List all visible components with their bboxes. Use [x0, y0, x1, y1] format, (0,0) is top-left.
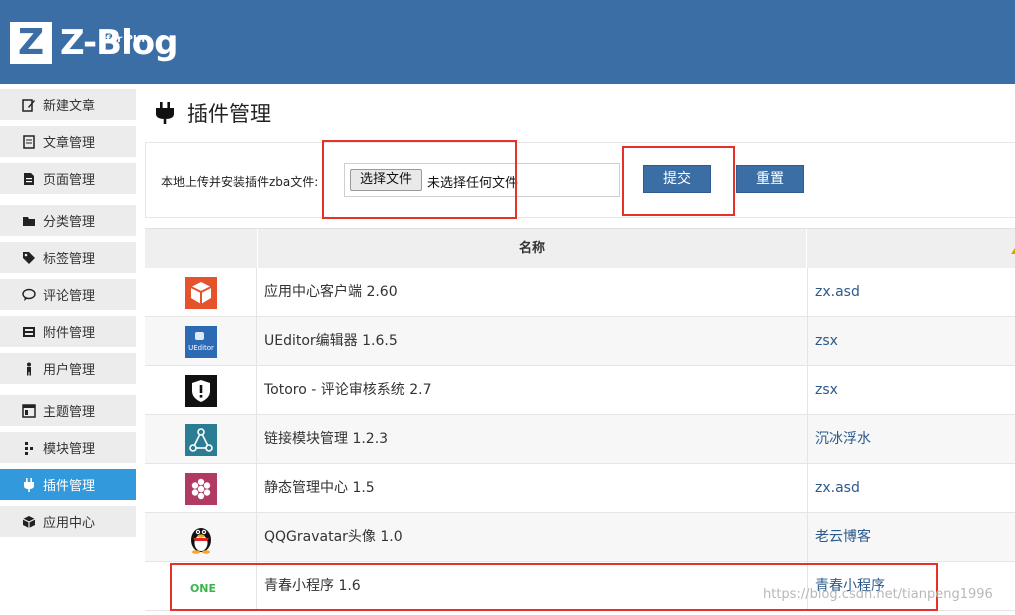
comment-icon: [22, 288, 36, 302]
page-icon: [22, 172, 36, 186]
sidebar-item-label: 插件管理: [43, 479, 96, 494]
table-row[interactable]: UEditor UEditor编辑器 1.6.5 zsx: [145, 317, 1015, 366]
module-icon: [22, 441, 36, 455]
file-input[interactable]: 选择文件 未选择任何文件: [344, 163, 620, 197]
plugin-author[interactable]: 沉冰浮水: [815, 415, 871, 464]
sidebar-item-tag-manage[interactable]: 标签管理: [0, 242, 136, 273]
column-divider: [807, 464, 808, 513]
top-header: Z Z-Blog for PHP: [0, 0, 1015, 84]
zblog-logo[interactable]: Z Z-Blog: [10, 22, 178, 68]
column-divider: [807, 317, 808, 366]
one-logo-icon: ONE: [185, 571, 221, 603]
column-header-name[interactable]: 名称: [257, 229, 807, 269]
plugin-author[interactable]: 老云博客: [815, 513, 871, 562]
plugin-author[interactable]: zsx: [815, 317, 838, 366]
logo-subtitle: for PHP: [106, 34, 149, 45]
plugin-name: 青春小程序 1.6: [264, 578, 361, 594]
one-logo-text: ONE: [190, 582, 216, 595]
sidebar-item-category-manage[interactable]: 分类管理: [0, 205, 136, 236]
plugin-name: Totoro - 评论审核系统 2.7: [264, 382, 432, 398]
folder-icon: [22, 214, 36, 228]
column-divider: [807, 366, 808, 415]
sidebar: 新建文章 文章管理 页面管理 分类管理 标签管理 评论管理 附件管理 用户管理 …: [0, 84, 145, 615]
table-row[interactable]: QQGravatar头像 1.0 老云博客: [145, 513, 1015, 562]
column-divider: [256, 415, 257, 464]
upload-panel: 本地上传并安装插件zba文件: 选择文件 未选择任何文件 提交 重置: [145, 142, 1015, 218]
column-divider: [807, 268, 808, 317]
static-manager-icon: [185, 473, 217, 505]
sidebar-item-label: 用户管理: [43, 363, 96, 378]
column-divider: [256, 513, 257, 562]
plugin-author[interactable]: zx.asd: [815, 464, 860, 513]
article-icon: [22, 134, 36, 149]
column-divider: [256, 562, 257, 611]
app-center-client-icon: [185, 277, 217, 309]
plugin-name: UEditor编辑器 1.6.5: [264, 333, 398, 349]
plugin-name: QQGravatar头像 1.0: [264, 529, 403, 545]
sidebar-item-plugin-manage[interactable]: 插件管理: [0, 469, 136, 500]
plugin-name: 静态管理中心 1.5: [264, 480, 375, 496]
table-row[interactable]: 静态管理中心 1.5 zx.asd: [145, 464, 1015, 513]
column-divider: [807, 513, 808, 562]
sidebar-item-label: 模块管理: [43, 442, 96, 457]
tag-icon: [22, 251, 36, 265]
table-row[interactable]: 应用中心客户端 2.60 zx.asd: [145, 268, 1015, 317]
watermark: https://blog.csdn.net/tianpeng1996: [763, 587, 993, 602]
sidebar-item-app-center[interactable]: 应用中心: [0, 506, 136, 537]
sidebar-item-label: 新建文章: [43, 99, 96, 114]
main-content: 插件管理 本地上传并安装插件zba文件: 选择文件 未选择任何文件 提交 重置 …: [145, 84, 1015, 615]
sidebar-item-label: 分类管理: [43, 215, 96, 230]
reset-button[interactable]: 重置: [736, 165, 804, 193]
page-title: 插件管理: [187, 102, 271, 126]
sidebar-item-page-manage[interactable]: 页面管理: [0, 163, 136, 194]
edit-icon: [22, 98, 36, 112]
user-icon: [22, 362, 36, 376]
column-divider: [256, 317, 257, 366]
sidebar-item-comment-manage[interactable]: 评论管理: [0, 279, 136, 310]
sidebar-item-new-article[interactable]: 新建文章: [0, 89, 136, 120]
sort-icon[interactable]: [1011, 243, 1015, 254]
link-module-icon: [185, 424, 217, 456]
plugin-author[interactable]: zsx: [815, 366, 838, 415]
table-header: 名称: [145, 228, 1015, 269]
plugin-icon: [153, 101, 177, 125]
sidebar-item-module-manage[interactable]: 模块管理: [0, 432, 136, 463]
ueditor-icon-text: UEditor: [188, 344, 214, 352]
plugin-icon: [22, 477, 36, 492]
logo-mark: Z: [10, 22, 52, 64]
submit-button[interactable]: 提交: [643, 165, 711, 193]
sidebar-item-user-manage[interactable]: 用户管理: [0, 353, 136, 384]
plugin-name: 应用中心客户端 2.60: [264, 284, 398, 300]
attachment-icon: [22, 325, 36, 339]
sidebar-item-label: 页面管理: [43, 173, 96, 188]
qq-penguin-icon: [185, 522, 217, 554]
page: Z Z-Blog for PHP 新建文章 文章管理 页面管理 分类管理 标签管…: [0, 0, 1015, 615]
sidebar-item-label: 文章管理: [43, 136, 96, 151]
column-divider: [256, 268, 257, 317]
sidebar-item-attachment-manage[interactable]: 附件管理: [0, 316, 136, 347]
column-divider: [807, 415, 808, 464]
sidebar-item-article-manage[interactable]: 文章管理: [0, 126, 136, 157]
file-status-text: 未选择任何文件: [427, 176, 519, 191]
table-row[interactable]: Totoro - 评论审核系统 2.7 zsx: [145, 366, 1015, 415]
sidebar-item-label: 应用中心: [43, 516, 96, 531]
choose-file-button[interactable]: 选择文件: [350, 169, 422, 191]
table-row[interactable]: 链接模块管理 1.2.3 沉冰浮水: [145, 415, 1015, 464]
column-divider: [256, 366, 257, 415]
sidebar-item-label: 主题管理: [43, 405, 96, 420]
sidebar-item-label: 评论管理: [43, 289, 96, 304]
ueditor-icon: UEditor: [185, 326, 217, 358]
sidebar-item-label: 标签管理: [43, 252, 96, 267]
sidebar-item-theme-manage[interactable]: 主题管理: [0, 395, 136, 426]
theme-icon: [22, 403, 36, 418]
app-center-icon: [22, 515, 36, 529]
plugin-author[interactable]: zx.asd: [815, 268, 860, 317]
upload-label: 本地上传并安装插件zba文件:: [161, 175, 319, 189]
sidebar-item-label: 附件管理: [43, 326, 96, 341]
column-divider: [256, 464, 257, 513]
plugin-name: 链接模块管理 1.2.3: [264, 431, 389, 447]
totoro-shield-icon: [185, 375, 217, 407]
page-title-row: 插件管理: [153, 98, 271, 128]
